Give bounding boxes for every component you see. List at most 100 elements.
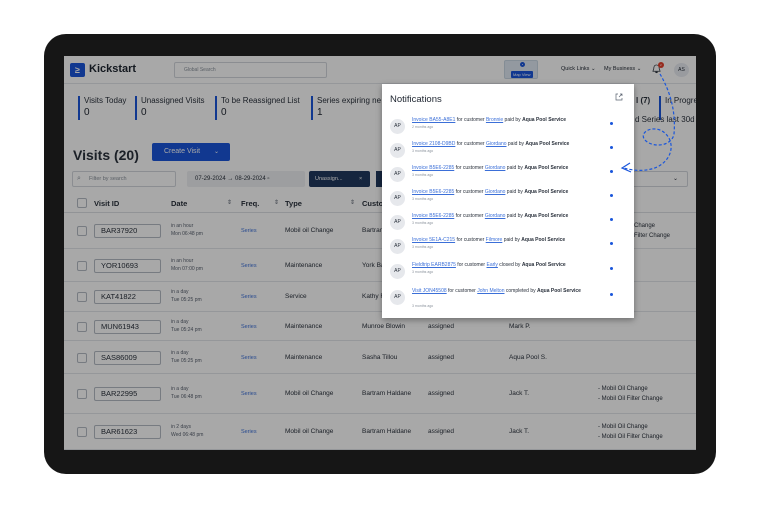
- stat-series-expiring[interactable]: Series expiring ne 1: [311, 96, 381, 120]
- visit-id-badge[interactable]: SAS86009: [94, 351, 161, 365]
- notification-link[interactable]: Invoice 2108-D9BD: [412, 141, 455, 147]
- filter-search-input[interactable]: ⌕ Filter by search: [72, 171, 176, 187]
- create-visit-button[interactable]: Create Visit ⌄: [152, 143, 230, 161]
- technician-name: Jack T.: [509, 390, 530, 397]
- frequency-link[interactable]: Series: [241, 324, 257, 330]
- visit-id-badge[interactable]: MUN61943: [94, 320, 161, 334]
- relative-date: in a day: [171, 289, 189, 295]
- column-freq[interactable]: Freq.: [241, 199, 259, 208]
- visit-id-badge[interactable]: BAR22995: [94, 387, 161, 401]
- row-checkbox[interactable]: [77, 292, 87, 302]
- row-checkbox[interactable]: [77, 226, 87, 236]
- visit-type: Mobil oil Change: [285, 227, 334, 234]
- visit-id-badge[interactable]: BAR37920: [94, 224, 161, 238]
- visit-datetime: Mon 07:00 pm: [171, 266, 203, 272]
- notification-text: Invoice 5E1A-C215 for customer Filmore p…: [412, 237, 566, 243]
- column-date[interactable]: Date: [171, 199, 187, 208]
- relative-date: in a day: [171, 319, 189, 325]
- app-screen: ≥ Kickstart Global Search Map View Quick…: [64, 56, 696, 450]
- column-visit-id[interactable]: Visit ID: [94, 199, 119, 208]
- visit-datetime: Wed 06:48 pm: [171, 432, 204, 438]
- relative-date: in an hour: [171, 258, 194, 264]
- quick-links-menu[interactable]: Quick Links ⌄: [561, 66, 596, 72]
- customer-link[interactable]: Giordano: [485, 189, 506, 195]
- relative-date: in an hour: [171, 223, 194, 229]
- my-business-menu[interactable]: My Business ⌄: [604, 66, 641, 72]
- map-view-label: Map View: [511, 71, 533, 78]
- user-avatar[interactable]: AS: [674, 63, 689, 77]
- checklist-item: Filter Change: [634, 233, 671, 239]
- row-checkbox[interactable]: [77, 261, 87, 271]
- customer-link[interactable]: Giordano: [485, 213, 506, 219]
- notification-text: Invoice B5E6-2285 for customer Giordano …: [412, 165, 569, 171]
- kickstart-logo-icon: ≥: [70, 63, 85, 77]
- notification-link[interactable]: Invoice BA55-A8E1: [412, 117, 455, 123]
- notification-link[interactable]: Visit JON45508: [412, 288, 447, 294]
- date-range-picker[interactable]: 07-29-2024 → 08-29-2024 ▫: [187, 171, 305, 187]
- notification-avatar: AP: [390, 143, 405, 158]
- customer-name[interactable]: Munroe Blowin: [362, 323, 405, 330]
- notification-time: 3 months ago: [412, 304, 434, 308]
- frequency-link[interactable]: Series: [241, 294, 257, 300]
- visit-id-badge[interactable]: YOR10693: [94, 259, 161, 273]
- column-type[interactable]: Type: [285, 199, 302, 208]
- customer-link[interactable]: Bronnie: [486, 117, 503, 123]
- stat-unassigned-visits[interactable]: Unassigned Visits 0: [135, 96, 204, 120]
- visit-type: Mobil oil Change: [285, 390, 334, 397]
- notification-time: 3 months ago: [412, 173, 434, 177]
- notification-avatar: AP: [390, 215, 405, 230]
- row-checkbox[interactable]: [77, 322, 87, 332]
- notification-avatar: AP: [390, 290, 405, 305]
- frequency-link[interactable]: Series: [241, 228, 257, 234]
- notification-link[interactable]: Invoice 5E1A-C215: [412, 237, 455, 243]
- frequency-link[interactable]: Series: [241, 355, 257, 361]
- visit-id-badge[interactable]: KAT41822: [94, 290, 161, 304]
- frequency-link[interactable]: Series: [241, 263, 257, 269]
- customer-link[interactable]: Filmore: [486, 237, 503, 243]
- open-external-icon[interactable]: [615, 93, 623, 101]
- sort-icon[interactable]: ⇕: [227, 199, 232, 206]
- frequency-link[interactable]: Series: [241, 429, 257, 435]
- column-customer[interactable]: Custo: [362, 199, 383, 208]
- global-search-input[interactable]: Global Search: [174, 62, 327, 78]
- customer-link[interactable]: Giordano: [485, 165, 506, 171]
- stat-visits-today[interactable]: Visits Today 0: [78, 96, 126, 120]
- notification-link[interactable]: Invoice B5E6-2285: [412, 189, 454, 195]
- visit-id-badge[interactable]: BAR61623: [94, 425, 161, 439]
- notification-time: 3 months ago: [412, 221, 434, 225]
- row-checkbox[interactable]: [77, 427, 87, 437]
- select-all-checkbox[interactable]: [77, 198, 87, 208]
- table-row[interactable]: BAR61623 in 2 days Wed 06:48 pm Series M…: [64, 414, 696, 450]
- table-row[interactable]: BAR22995 in a day Tue 06:48 pm Series Mo…: [64, 374, 696, 414]
- notification-link[interactable]: Invoice B5E6-2285: [412, 165, 454, 171]
- customer-link[interactable]: Early: [487, 262, 498, 268]
- notifications-title: Notifications: [390, 94, 442, 105]
- map-view-button[interactable]: Map View: [504, 60, 538, 79]
- visit-type: Maintenance: [285, 354, 323, 361]
- sort-icon[interactable]: ⇕: [274, 199, 279, 206]
- unread-indicator: [610, 146, 613, 149]
- notifications-panel: Notifications AP Invoice BA55-A8E1 for c…: [382, 84, 634, 318]
- customer-link[interactable]: Giordano: [486, 141, 507, 147]
- row-checkbox[interactable]: [77, 353, 87, 363]
- close-icon[interactable]: ×: [359, 171, 362, 187]
- checklist-item: - Mobil Oil Change: [598, 386, 648, 392]
- sort-icon[interactable]: ⇕: [350, 199, 355, 206]
- customer-name[interactable]: Sasha Tillou: [362, 354, 397, 361]
- checklist: - Mobil Oil Change - Mobil Oil Filter Cha…: [598, 384, 663, 404]
- customer-name[interactable]: Bartram Haldane: [362, 428, 411, 435]
- relative-date: in a day: [171, 350, 189, 356]
- filter-chip-unassigned[interactable]: Unassign... ×: [309, 171, 370, 187]
- customer-link[interactable]: John Melton: [477, 288, 504, 294]
- unread-indicator: [610, 242, 613, 245]
- frequency-link[interactable]: Series: [241, 391, 257, 397]
- notification-link[interactable]: Invoice B5E6-2285: [412, 213, 454, 219]
- row-checkbox[interactable]: [77, 389, 87, 399]
- customer-name[interactable]: Bartram Haldane: [362, 390, 411, 397]
- table-row[interactable]: SAS86009 in a day Tue 05:25 pm Series Ma…: [64, 341, 696, 374]
- relative-date: in a day: [171, 386, 189, 392]
- notification-time: 3 months ago: [412, 197, 434, 201]
- notification-link[interactable]: Fieldtrip EARB2875: [412, 262, 456, 268]
- stat-reassigned-list[interactable]: To be Reassigned List 0: [215, 96, 300, 120]
- visit-datetime: Tue 05:25 pm: [171, 358, 202, 364]
